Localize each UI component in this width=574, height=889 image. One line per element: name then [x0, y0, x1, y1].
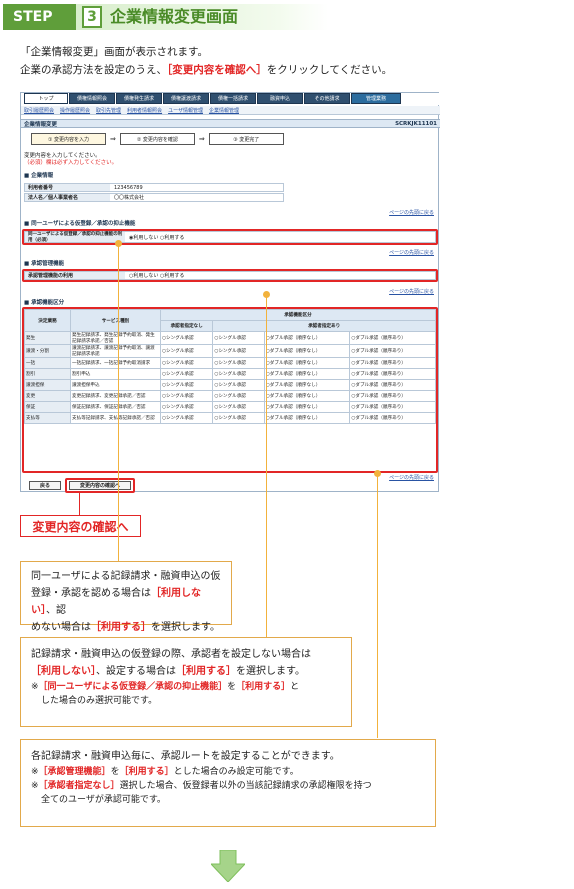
intro-highlight: ［変更内容を確認へ］	[167, 64, 267, 76]
text: ※	[31, 682, 39, 692]
main-tabs: トップ 債権情報照会 債権発生請求 債権譲渡請求 債権一括請求 融資申込 その他…	[21, 93, 440, 105]
subnav-user-manage[interactable]: ユーザ情報管理	[168, 107, 203, 114]
arrow-icon: ⇒	[198, 135, 205, 143]
callout-note: した場合のみ選択可能です。	[41, 696, 158, 706]
intro-text: 企業の承認方法を設定のうえ、	[20, 64, 167, 76]
page-top-link[interactable]: ページの先頭に戻る	[389, 249, 434, 256]
subnav-company-manage[interactable]: 企業情報管理	[209, 107, 239, 114]
section-company: 企業情報	[24, 171, 53, 179]
section-approval: 承認管理機能	[24, 259, 64, 267]
callout-text: 記録請求・融資申込の仮登録の際、承認者を設定しない場合は	[31, 649, 311, 660]
tab-other[interactable]: その他請求	[304, 93, 350, 104]
text-highlight: ［承認者指定なし］	[38, 781, 120, 791]
tab-admin[interactable]: 管理業務	[351, 93, 401, 104]
page-top-link[interactable]: ページの先頭に戻る	[389, 209, 434, 216]
intro-line-2: 企業の承認方法を設定のうえ、［変更内容を確認へ］をクリックしてください。	[20, 62, 392, 77]
text: 登録・承認を認める場合は	[31, 588, 151, 599]
text: 、設定する場合は	[96, 666, 176, 677]
connector-line	[118, 246, 119, 561]
text-highlight: ［承認管理機能］	[38, 767, 111, 777]
subnav-user-info[interactable]: 利用者情報照会	[127, 107, 162, 114]
callout-text: 同一ユーザによる記録請求・融資申込の仮	[31, 571, 221, 582]
screen-title: 企業情報変更	[24, 121, 58, 128]
text: と	[290, 682, 300, 692]
text: ※	[31, 781, 39, 791]
subnav-transaction-history[interactable]: 取引履歴照会	[24, 107, 54, 114]
connector-line	[266, 297, 267, 637]
text-highlight: ［同一ユーザによる仮登録／承認の抑止機能］	[38, 682, 228, 692]
field-label: 法人名／個人事業者名	[25, 194, 110, 201]
message-line: 変更内容を入力してください。	[24, 153, 101, 159]
screen-capture: トップ 債権情報照会 債権発生請求 債権譲渡請求 債権一括請求 融資申込 その他…	[20, 92, 440, 493]
subnav-partner[interactable]: 取引先管理	[96, 107, 121, 114]
section-suppress: 同一ユーザによる仮登録／承認の抑止機能	[24, 219, 135, 227]
callout-text: めない場合は［利用する］を選択します。	[31, 619, 221, 636]
text: を選択します。	[236, 666, 305, 677]
field-label: 利用者番号	[25, 184, 110, 191]
text: を	[110, 767, 120, 777]
tab-top[interactable]: トップ	[24, 93, 68, 104]
user-number-row: 利用者番号 123456789	[24, 183, 284, 192]
callout-text: 各記録請求・融資申込毎に、承認ルートを設定することができます。	[31, 751, 340, 762]
down-arrow-icon	[211, 850, 245, 882]
intro-line-1: 「企業情報変更」画面が表示されます。	[20, 46, 208, 58]
step-confirm: ② 変更内容を確認	[119, 133, 195, 145]
tab-claim-transfer[interactable]: 債権譲渡請求	[163, 93, 209, 104]
text-highlight: ［利用しない］	[31, 666, 96, 677]
callout-note: 全てのユーザが承認可能です。	[41, 795, 166, 805]
tab-claim-bulk[interactable]: 債権一括請求	[210, 93, 256, 104]
required-note: （必須）欄は必ず入力してください。	[24, 160, 118, 166]
callout-category: 各記録請求・融資申込毎に、承認ルートを設定することができます。 ※［承認管理機能…	[20, 739, 436, 827]
connector-line	[377, 476, 378, 738]
corp-name-row: 法人名／個人事業者名 〇〇株式会社	[24, 193, 284, 202]
callout-suppress: 同一ユーザによる記録請求・融資申込の仮 登録・承認を認める場合は［利用しない］、…	[20, 561, 232, 633]
screen-title-bar: 企業情報変更 SCRKJK11101	[21, 119, 440, 128]
text: めない場合は	[31, 622, 91, 633]
back-button[interactable]: 戻る	[29, 481, 61, 490]
confirm-button-callout: 変更内容の確認へ	[20, 515, 141, 537]
arrow-icon: ⇒	[110, 135, 116, 143]
section-category: 承認機能区分	[24, 298, 64, 306]
text: を	[227, 682, 237, 692]
text-highlight: ［利用する］	[176, 666, 236, 677]
highlight-box	[22, 307, 438, 473]
text-highlight: ［利用する］	[91, 622, 151, 633]
highlight-box	[22, 229, 438, 245]
callout-note: ※［同一ユーザによる仮登録／承認の抑止機能］を［利用する］と	[31, 680, 341, 694]
instruction-message: 変更内容を入力してください。 （必須）欄は必ず入力してください。	[24, 153, 117, 167]
field-value: 123456789	[114, 184, 143, 191]
text-highlight: ［利用する］	[236, 682, 291, 692]
step-label: STEP	[3, 4, 76, 30]
screen-id: SCRKJK11101	[395, 120, 437, 127]
connector-line	[79, 492, 80, 515]
field-value: 〇〇株式会社	[114, 195, 145, 201]
text: ※	[31, 767, 39, 777]
step-number: 3	[82, 6, 102, 28]
callout-text: ［利用しない］、設定する場合は［利用する］を選択します。	[31, 663, 341, 680]
progress-steps: ① 変更内容を入力 ⇒ ② 変更内容を確認 ⇒ ③ 変更完了	[31, 133, 284, 145]
highlight-box	[65, 478, 135, 493]
tab-claim-issue[interactable]: 債権発生請求	[116, 93, 162, 104]
page-top-link[interactable]: ページの先頭に戻る	[389, 288, 434, 295]
text-highlight: ［利用する］	[119, 767, 174, 777]
callout-approval: 記録請求・融資申込の仮登録の際、承認者を設定しない場合は ［利用しない］、設定す…	[20, 637, 352, 727]
page-top-link[interactable]: ページの先頭に戻る	[389, 474, 434, 481]
callout-text: 登録・承認を認める場合は［利用しない］、認	[31, 585, 221, 619]
callout-note: ※［承認者指定なし］選択した場合、仮登録者以外の当該記録請求の承認権限を持つ	[31, 779, 425, 793]
tab-claim-inquiry[interactable]: 債権情報照会	[69, 93, 115, 104]
text: とした場合のみ設定可能です。	[173, 767, 299, 777]
callout-note: ※［承認管理機能］を［利用する］とした場合のみ設定可能です。	[31, 765, 425, 779]
subnav-operation-history[interactable]: 操作履歴照会	[60, 107, 90, 114]
page-title: 企業情報変更画面	[110, 7, 239, 26]
step-complete: ③ 変更完了	[208, 133, 284, 145]
text: を選択します。	[151, 622, 220, 633]
step-input: ① 変更内容を入力	[31, 133, 106, 145]
intro-text: をクリックしてください。	[266, 64, 393, 76]
text: 選択した場合、仮登録者以外の当該記録請求の承認権限を持つ	[119, 781, 372, 791]
highlight-box	[22, 269, 438, 282]
tab-financing[interactable]: 融資申込	[257, 93, 303, 104]
sub-navigation: 取引履歴照会 操作履歴照会 取引先管理 利用者情報照会 ユーザ情報管理 企業情報…	[21, 106, 440, 115]
text: 、認	[46, 605, 66, 616]
